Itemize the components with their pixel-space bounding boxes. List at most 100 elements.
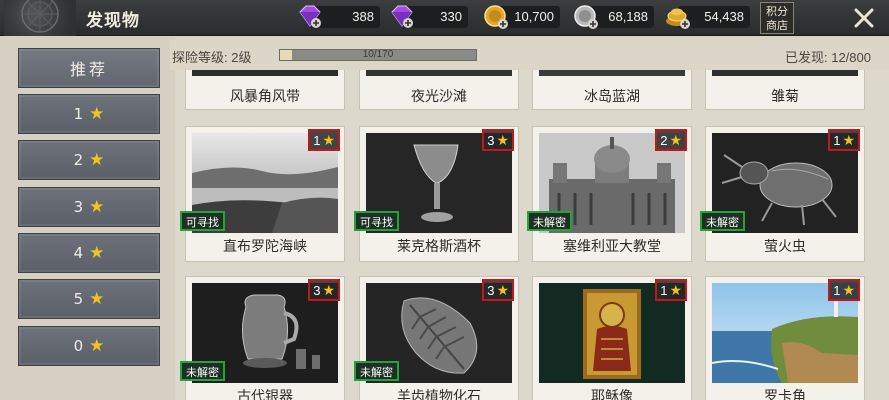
star-rating-badge: 1 ★ — [828, 129, 860, 151]
star-count: 3 — [487, 132, 495, 148]
card-name: 莱克格斯酒杯 — [397, 239, 481, 255]
sidebar-item-label: 3 — [73, 198, 84, 216]
star-rating-badge: 3 ★ — [482, 279, 514, 301]
status-badge-searchable: 可寻找 — [180, 211, 225, 231]
star-icon: ★ — [496, 131, 509, 148]
star-count: 1 — [833, 282, 841, 298]
gold-coin-icon — [484, 5, 508, 29]
star-icon: ★ — [322, 281, 335, 298]
status-badge-undeciphered: 未解密 — [354, 361, 399, 381]
discovery-card[interactable]: 雏菊 — [705, 70, 865, 110]
star-icon: ★ — [89, 243, 105, 263]
discovery-card[interactable]: 3 ★ 可寻找 莱克格斯酒杯 — [354, 126, 519, 262]
star-rating-badge: 2 ★ — [655, 129, 687, 151]
currency-value: 330 — [440, 9, 462, 24]
star-icon: ★ — [89, 336, 105, 356]
close-icon[interactable] — [850, 4, 878, 32]
star-rating-badge: 1 ★ — [308, 129, 340, 151]
discovery-card[interactable]: 夜光沙滩 — [359, 70, 519, 110]
star-icon: ★ — [842, 131, 855, 148]
sidebar-item-label: 推荐 — [69, 60, 108, 79]
discovery-card[interactable]: 1 ★ 未解密 萤火虫 — [700, 126, 865, 262]
currency-purple-gem: 388 — [299, 5, 380, 28]
currency-value: 68,188 — [608, 9, 648, 24]
discovery-card[interactable]: 1 ★ 可寻找 直布罗陀海峡 — [180, 126, 345, 262]
discovery-card[interactable]: 3 ★ 未解密 古代银器 — [180, 276, 345, 400]
status-badge-undeciphered: 未解密 — [527, 211, 572, 231]
star-icon: ★ — [89, 289, 105, 309]
discovery-card[interactable]: 风暴角风带 — [185, 70, 345, 110]
card-image — [366, 70, 512, 76]
currency-bound-gem: 330 — [391, 5, 468, 28]
page-title: 发现物 — [86, 11, 140, 31]
card-image — [192, 70, 338, 76]
sidebar-item-label: 5 — [73, 290, 84, 308]
discovery-grid: 风暴角风带 夜光沙滩 冰岛蓝湖 雏菊 1 ★ 可寻找 直布罗陀海峡 3 ★ 可寻… — [175, 70, 889, 400]
card-name: 夜光沙滩 — [411, 89, 467, 105]
star-rating-badge: 3 ★ — [482, 129, 514, 151]
purple-gem-icon — [299, 5, 321, 28]
star-icon: ★ — [842, 281, 855, 298]
sidebar-item-5-star[interactable]: 5 ★ — [18, 279, 160, 319]
currency-gold-coin: 10,700 — [484, 5, 560, 29]
card-name: 古代银器 — [237, 389, 293, 400]
card-name: 耶稣像 — [591, 389, 633, 400]
compass-emblem-icon — [4, 0, 76, 36]
category-sidebar: 推荐 1 ★ 2 ★ 3 ★ 4 ★ 5 ★ 0 ★ — [0, 36, 175, 400]
card-image — [712, 70, 858, 76]
sidebar-item-recommended[interactable]: 推荐 — [18, 48, 160, 88]
discovered-count: 已发现: 12/800 — [785, 50, 871, 65]
points-shop-button[interactable]: 积分 商店 — [760, 2, 794, 34]
star-count: 3 — [487, 282, 495, 298]
star-icon: ★ — [89, 197, 105, 217]
card-image — [539, 70, 685, 76]
star-rating-badge: 1 ★ — [828, 279, 860, 301]
sidebar-item-label: 4 — [73, 244, 84, 262]
bound-gem-icon — [391, 5, 413, 28]
card-name: 风暴角风带 — [230, 89, 300, 105]
sidebar-item-label: 2 — [73, 151, 84, 169]
progress-text: 10/170 — [362, 49, 394, 60]
star-count: 1 — [660, 282, 668, 298]
sidebar-item-4-star[interactable]: 4 ★ — [18, 233, 160, 273]
card-name: 羊齿植物化石 — [397, 389, 481, 400]
discovery-card[interactable]: 1 ★ 罗卡角 — [705, 276, 865, 400]
sidebar-item-0-star[interactable]: 0 ★ — [18, 326, 160, 366]
currency-silver-coin: 68,188 — [574, 5, 654, 29]
exploration-progress-bar: 10/170 — [279, 49, 477, 61]
card-name: 冰岛蓝湖 — [584, 89, 640, 105]
discovery-card[interactable]: 1 ★ 耶稣像 — [532, 276, 692, 400]
star-icon: ★ — [669, 131, 682, 148]
shop-label-line1: 积分 — [766, 5, 788, 18]
top-bar: 发现物 388 330 10,700 68,188 54,438 积分 商店 — [0, 0, 889, 36]
star-icon: ★ — [89, 150, 105, 170]
currency-gold-pile: 54,438 — [666, 6, 750, 29]
status-badge-undeciphered: 未解密 — [700, 211, 745, 231]
gold-pile-icon — [666, 8, 690, 29]
star-icon: ★ — [496, 281, 509, 298]
star-icon: ★ — [669, 281, 682, 298]
currency-value: 10,700 — [514, 9, 554, 24]
sidebar-item-1-star[interactable]: 1 ★ — [18, 94, 160, 134]
sidebar-item-3-star[interactable]: 3 ★ — [18, 187, 160, 227]
star-rating-badge: 1 ★ — [655, 279, 687, 301]
star-count: 3 — [313, 282, 321, 298]
shop-label-line2: 商店 — [766, 19, 788, 32]
star-rating-badge: 3 ★ — [308, 279, 340, 301]
star-icon: ★ — [89, 104, 105, 124]
currency-value: 54,438 — [704, 9, 744, 24]
star-icon: ★ — [322, 131, 335, 148]
discovery-card[interactable]: 冰岛蓝湖 — [532, 70, 692, 110]
card-name: 罗卡角 — [764, 389, 806, 400]
sidebar-item-2-star[interactable]: 2 ★ — [18, 140, 160, 180]
card-name: 塞维利亚大教堂 — [563, 239, 661, 255]
card-name: 萤火虫 — [764, 239, 806, 255]
discovery-card[interactable]: 2 ★ 未解密 塞维利亚大教堂 — [527, 126, 692, 262]
sidebar-item-label: 0 — [73, 337, 84, 355]
status-badge-searchable: 可寻找 — [354, 211, 399, 231]
star-count: 1 — [313, 132, 321, 148]
star-count: 1 — [833, 132, 841, 148]
discovery-card[interactable]: 3 ★ 未解密 羊齿植物化石 — [354, 276, 519, 400]
silver-coin-icon — [574, 5, 598, 29]
currency-value: 388 — [352, 9, 374, 24]
